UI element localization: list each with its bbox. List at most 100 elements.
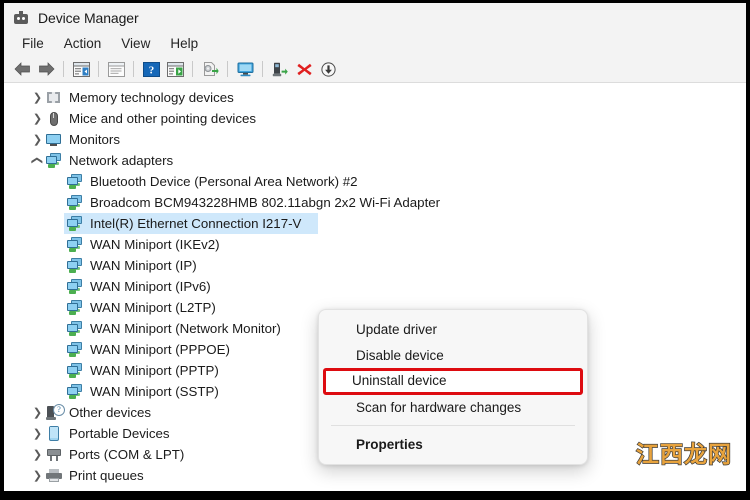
- chevron-right-icon[interactable]: ❯: [30, 423, 45, 444]
- tree-row-intel-ethernet-connection-i217-v[interactable]: Intel(R) Ethernet Connection I217-V: [4, 213, 746, 234]
- tree-row-broadcom-wifi-adapter[interactable]: Broadcom BCM943228HMB 802.11abgn 2x2 Wi-…: [4, 192, 746, 213]
- disable-device-button[interactable]: [316, 58, 340, 80]
- enable-device-button[interactable]: [268, 58, 292, 80]
- menu-item-help[interactable]: Help: [160, 34, 208, 54]
- tree-row-label: Other devices: [69, 405, 152, 420]
- mouse-icon: [45, 110, 63, 128]
- network-adapter-icon: [66, 173, 84, 191]
- show-hide-console-tree-button[interactable]: [69, 58, 93, 80]
- show-hide-action-pane-button[interactable]: [163, 58, 187, 80]
- menu-item-action[interactable]: Action: [54, 34, 112, 54]
- tree-row-label: WAN Miniport (L2TP): [90, 300, 216, 315]
- tree-row-network-adapters[interactable]: ❮ Network adapters: [4, 150, 746, 171]
- toolbar-separator: [133, 61, 134, 77]
- tree-row-label: Bluetooth Device (Personal Area Network)…: [90, 174, 358, 189]
- tree-row-label: Ports (COM & LPT): [69, 447, 185, 462]
- window-title: Device Manager: [38, 9, 139, 26]
- toolbar-separator: [192, 61, 193, 77]
- update-driver-icon: [203, 61, 219, 76]
- help-button[interactable]: ?: [139, 58, 163, 80]
- properties-button[interactable]: [104, 58, 128, 80]
- tree-row-print-queues[interactable]: ❯ Print queues: [4, 465, 746, 486]
- other-devices-icon: ?: [45, 403, 65, 422]
- tree-row-wan-miniport-ip[interactable]: WAN Miniport (IP): [4, 255, 746, 276]
- chevron-right-icon[interactable]: ❯: [30, 402, 45, 423]
- menu-bar: File Action View Help: [4, 32, 746, 56]
- network-adapter-icon: [66, 194, 84, 212]
- watermark: 江西龙网: [635, 441, 732, 468]
- monitor-icon: [45, 131, 63, 149]
- help-question-icon: ?: [142, 61, 160, 77]
- menu-item-file[interactable]: File: [12, 34, 54, 54]
- toolbar-separator: [227, 61, 228, 77]
- device-manager-icon: [13, 10, 29, 26]
- context-menu-item-scan-for-hardware-changes[interactable]: Scan for hardware changes: [319, 394, 587, 420]
- action-pane-icon: [166, 61, 184, 77]
- console-tree-icon: [72, 61, 90, 77]
- tree-row-bluetooth-device-pan[interactable]: Bluetooth Device (Personal Area Network)…: [4, 171, 746, 192]
- tree-row-monitors[interactable]: ❯ Monitors: [4, 129, 746, 150]
- tree-row-memory-technology-devices[interactable]: ❯ Memory technology devices: [4, 87, 746, 108]
- properties-window-icon: [107, 61, 125, 77]
- left-arrow-icon: [14, 62, 30, 76]
- device-context-menu[interactable]: Update driver Disable device Uninstall d…: [318, 309, 588, 465]
- chevron-right-icon[interactable]: ❯: [30, 87, 45, 108]
- chevron-right-icon[interactable]: ❯: [30, 108, 45, 129]
- scan-hardware-changes-button[interactable]: [233, 58, 257, 80]
- svg-text:?: ?: [148, 64, 154, 76]
- toolbar-separator: [98, 61, 99, 77]
- uninstall-device-button[interactable]: [292, 58, 316, 80]
- title-bar: Device Manager: [4, 3, 746, 32]
- tree-row-label: WAN Miniport (PPTP): [90, 363, 219, 378]
- tree-row-label: WAN Miniport (IPv6): [90, 279, 211, 294]
- tree-row-label: WAN Miniport (SSTP): [90, 384, 219, 399]
- tree-row-label: WAN Miniport (IP): [90, 258, 197, 273]
- tree-row-mice-and-other-pointing-devices[interactable]: ❯ Mice and other pointing devices: [4, 108, 746, 129]
- tree-row-label: Network adapters: [69, 153, 174, 168]
- network-adapter-icon: [66, 278, 84, 296]
- menu-item-view[interactable]: View: [111, 34, 160, 54]
- network-adapter-icon: [66, 299, 84, 317]
- context-menu-item-uninstall-device-label[interactable]: Uninstall device: [352, 373, 447, 388]
- network-adapter-icon: [45, 152, 63, 170]
- tree-row-label: Monitors: [69, 132, 120, 147]
- ports-icon: [45, 446, 63, 464]
- toolbar: ?: [4, 56, 746, 83]
- scan-monitor-icon: [237, 62, 253, 76]
- toolbar-separator: [262, 61, 263, 77]
- toolbar-separator: [63, 61, 64, 77]
- chevron-right-icon[interactable]: ❯: [30, 129, 45, 150]
- context-menu-item-disable-device[interactable]: Disable device: [319, 342, 587, 368]
- network-adapter-icon: [66, 215, 84, 233]
- network-adapter-icon: [66, 362, 84, 380]
- tree-row-label: WAN Miniport (PPPOE): [90, 342, 230, 357]
- tree-row-label: Intel(R) Ethernet Connection I217-V: [90, 216, 302, 231]
- chevron-right-icon[interactable]: ❯: [30, 444, 45, 465]
- tree-row-label: Portable Devices: [69, 426, 170, 441]
- update-driver-button[interactable]: [198, 58, 222, 80]
- tree-row-label: WAN Miniport (Network Monitor): [90, 321, 281, 336]
- context-menu-item-properties[interactable]: Properties: [319, 431, 587, 457]
- forward-button[interactable]: [34, 58, 58, 80]
- red-x-icon: [296, 63, 312, 75]
- chevron-right-icon[interactable]: ❯: [30, 465, 45, 486]
- network-adapter-icon: [66, 341, 84, 359]
- memory-technology-icon: [45, 89, 63, 107]
- back-button[interactable]: [10, 58, 34, 80]
- network-adapter-icon: [66, 257, 84, 275]
- right-arrow-icon: [38, 62, 54, 76]
- enable-device-icon: [272, 62, 288, 76]
- device-tree[interactable]: ❯ Memory technology devices ❯ Mice and o…: [4, 83, 746, 491]
- network-adapter-icon: [66, 236, 84, 254]
- portable-device-icon: [45, 425, 63, 443]
- tree-row-label: Memory technology devices: [69, 90, 234, 105]
- network-adapter-icon: [66, 320, 84, 338]
- tree-row-label: WAN Miniport (IKEv2): [90, 237, 220, 252]
- context-menu-item-update-driver[interactable]: Update driver: [319, 316, 587, 342]
- tree-row-label: Mice and other pointing devices: [69, 111, 257, 126]
- tree-row-wan-miniport-ikev2[interactable]: WAN Miniport (IKEv2): [4, 234, 746, 255]
- tree-row-wan-miniport-ipv6[interactable]: WAN Miniport (IPv6): [4, 276, 746, 297]
- context-menu-separator: [331, 425, 575, 426]
- tree-row-label: Broadcom BCM943228HMB 802.11abgn 2x2 Wi-…: [90, 195, 441, 210]
- tree-row-label: Print queues: [69, 468, 144, 483]
